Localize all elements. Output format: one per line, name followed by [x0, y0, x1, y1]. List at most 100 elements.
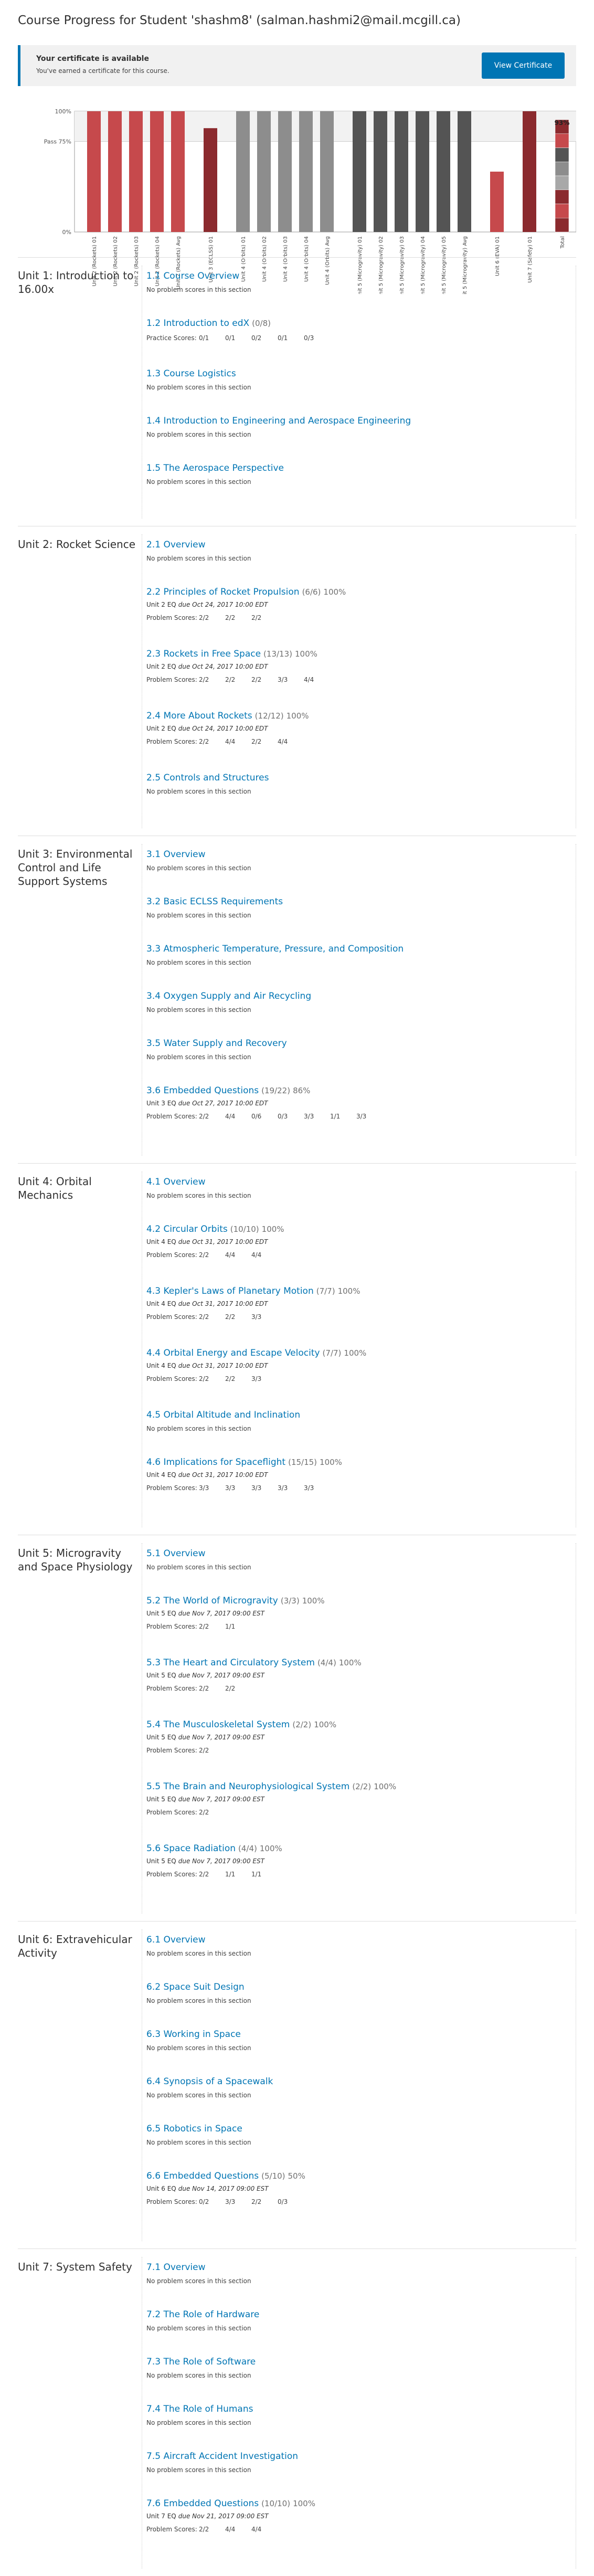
subsection-link[interactable]: 4.2 Circular Orbits — [146, 1224, 228, 1234]
chart-bar — [204, 128, 217, 232]
unit-title: Unit 4: Orbital Mechanics — [18, 1175, 92, 1201]
score-value: 0/1 — [278, 334, 288, 342]
subsection-percent: 100% — [344, 1348, 367, 1358]
subsection-link[interactable]: 6.6 Embedded Questions — [146, 2171, 259, 2181]
subsection-title: 1.5 The Aerospace Perspective — [146, 463, 566, 473]
score-value: 0/3 — [278, 2198, 288, 2205]
due-prefix: Unit 6 EQ — [146, 2185, 176, 2192]
subsection-title: 6.1 Overview — [146, 1935, 566, 1945]
subsection-title: 2.1 Overview — [146, 540, 566, 550]
subsection-link[interactable]: 7.5 Aircraft Accident Investigation — [146, 2451, 298, 2462]
subsection-link[interactable]: 4.5 Orbital Altitude and Inclination — [146, 1410, 300, 1420]
subsection-link[interactable]: 1.5 The Aerospace Perspective — [146, 463, 284, 473]
subsection-link[interactable]: 5.4 The Musculoskeletal System — [146, 1719, 290, 1730]
subsection-link[interactable]: 5.6 Space Radiation — [146, 1843, 236, 1854]
subsection-title: 7.2 The Role of Hardware — [146, 2309, 566, 2320]
subsection-link[interactable]: 1.4 Introduction to Engineering and Aero… — [146, 416, 411, 426]
subsection-title: 3.5 Water Supply and Recovery — [146, 1038, 566, 1049]
unit-section: Unit 6: Extravehicular Activity 6.1 Overv… — [18, 1921, 576, 2248]
subsection-link[interactable]: 7.3 The Role of Software — [146, 2357, 256, 2367]
unit-section: Unit 1: Introduction to 16.00x 1.1 Course… — [18, 257, 576, 526]
subsection-percent: 100% — [320, 1458, 342, 1467]
subsection-link[interactable]: 2.4 More About Rockets — [146, 711, 252, 721]
subsection-link[interactable]: 6.2 Space Suit Design — [146, 1982, 245, 1992]
no-scores-note: No problem scores in this section — [146, 384, 251, 391]
subsection-link[interactable]: 4.1 Overview — [146, 1177, 205, 1187]
subsection-link[interactable]: 5.3 The Heart and Circulatory System — [146, 1657, 315, 1668]
no-scores-note: No problem scores in this section — [146, 959, 251, 966]
score-value: 3/3 — [304, 1484, 314, 1492]
due-date: Unit 7 EQ due Nov 21, 2017 09:00 EST — [146, 2512, 566, 2520]
subsection: 7.4 The Role of Humans No problem scores … — [146, 2404, 566, 2426]
score-value: 2/2 — [199, 1313, 209, 1321]
subsection-link[interactable]: 1.3 Course Logistics — [146, 368, 236, 379]
score-value: 2/2 — [251, 614, 262, 621]
scores-row: Practice Scores: 0/1 0/1 0/2 0/1 0/3 — [146, 334, 566, 342]
subsection-link[interactable]: 3.5 Water Supply and Recovery — [146, 1038, 287, 1049]
unit-title: Unit 6: Extravehicular Activity — [18, 1933, 132, 1959]
subsection: 7.6 Embedded Questions (10/10) 100% Unit 7 … — [146, 2498, 566, 2533]
section-divider — [18, 2248, 576, 2249]
subsection-link[interactable]: 4.4 Orbital Energy and Escape Velocity — [146, 1348, 320, 1358]
scores-label: Problem Scores: — [146, 1113, 197, 1120]
subsection-link[interactable]: 3.6 Embedded Questions — [146, 1085, 259, 1096]
subsection-link[interactable]: 6.5 Robotics in Space — [146, 2124, 242, 2134]
due-text: due Oct 27, 2017 10:00 EDT — [178, 1100, 268, 1107]
subsection-link[interactable]: 2.5 Controls and Structures — [146, 773, 269, 783]
section-divider — [18, 1921, 576, 1922]
subsection-link[interactable]: 7.6 Embedded Questions — [146, 2498, 259, 2509]
score-value: 3/3 — [251, 1375, 262, 1382]
subsection-link[interactable]: 3.3 Atmospheric Temperature, Pressure, a… — [146, 944, 404, 954]
no-scores-note: No problem scores in this section — [146, 2372, 251, 2379]
subsection-score: (7/7) — [322, 1348, 342, 1358]
subsection: 2.3 Rockets in Free Space (13/13) 100% Unit… — [146, 649, 566, 683]
subsection-title: 4.3 Kepler's Laws of Planetary Motion (7/… — [146, 1286, 566, 1296]
scores-label: Problem Scores: — [146, 1685, 197, 1692]
view-certificate-button[interactable]: View Certificate — [482, 52, 565, 79]
subsection: 3.5 Water Supply and Recovery No problem … — [146, 1038, 566, 1061]
unit-section: Unit 3: Environmental Control and Life S… — [18, 836, 576, 1163]
subsection-score: (2/2) — [292, 1720, 312, 1729]
subsection-link[interactable]: 5.1 Overview — [146, 1548, 205, 1559]
due-text: due Oct 24, 2017 10:00 EDT — [178, 663, 268, 670]
no-scores-note: No problem scores in this section — [146, 478, 251, 485]
score-value: 1/1 — [225, 1623, 236, 1630]
subsection-link[interactable]: 1.2 Introduction to edX — [146, 318, 249, 329]
subsection-link[interactable]: 7.2 The Role of Hardware — [146, 2309, 259, 2320]
subsection-link[interactable]: 3.4 Oxygen Supply and Air Recycling — [146, 991, 311, 1001]
due-date: Unit 5 EQ due Nov 7, 2017 09:00 EST — [146, 1672, 566, 1679]
subsection-title: 5.1 Overview — [146, 1548, 566, 1559]
chart-total-label: 93% — [555, 119, 570, 126]
subsection-link[interactable]: 2.3 Rockets in Free Space — [146, 649, 261, 659]
scores-label: Problem Scores: — [146, 1871, 197, 1878]
subsection-link[interactable]: 3.2 Basic ECLSS Requirements — [146, 896, 283, 907]
chart-bar — [236, 111, 250, 232]
unit-title: Unit 7: System Safety — [18, 2261, 132, 2273]
chart-bar-total-segment — [555, 204, 569, 218]
subsection-percent: 100% — [338, 1658, 362, 1667]
subsection-score: (15/15) — [288, 1458, 317, 1467]
subsection-link[interactable]: 1.1 Course Overview — [146, 271, 239, 281]
scores-row: Problem Scores: 2/2 4/4 2/2 4/4 — [146, 738, 566, 745]
subsection-link[interactable]: 5.5 The Brain and Neurophysiological Sys… — [146, 1781, 349, 1792]
subsection: 6.5 Robotics in Space No problem scores i… — [146, 2124, 566, 2146]
subsection-link[interactable]: 6.1 Overview — [146, 1935, 205, 1945]
subsection-link[interactable]: 7.4 The Role of Humans — [146, 2404, 253, 2414]
subsection-link[interactable]: 6.3 Working in Space — [146, 2029, 241, 2040]
subsection-link[interactable]: 4.6 Implications for Spaceflight — [146, 1457, 285, 1468]
chart-bar — [257, 111, 271, 232]
page-title: Course Progress for Student 'shashm8' (s… — [18, 14, 461, 27]
due-text: due Oct 24, 2017 10:00 EDT — [178, 725, 268, 732]
subsection-title: 1.2 Introduction to edX (0/8) — [146, 318, 566, 329]
chart-bar — [87, 111, 101, 232]
no-scores-note: No problem scores in this section — [146, 1053, 251, 1061]
subsection-link[interactable]: 4.3 Kepler's Laws of Planetary Motion — [146, 1286, 314, 1296]
score-value: 2/2 — [199, 1375, 209, 1382]
subsection-link[interactable]: 2.1 Overview — [146, 540, 205, 550]
subsection-link[interactable]: 3.1 Overview — [146, 849, 205, 860]
subsection-link[interactable]: 7.1 Overview — [146, 2262, 205, 2273]
unit-title: Unit 5: Microgravity and Space Physiolog… — [18, 1547, 133, 1573]
subsection-link[interactable]: 2.2 Principles of Rocket Propulsion — [146, 587, 300, 597]
subsection-link[interactable]: 6.4 Synopsis of a Spacewalk — [146, 2076, 273, 2087]
subsection-link[interactable]: 5.2 The World of Microgravity — [146, 1596, 278, 1606]
